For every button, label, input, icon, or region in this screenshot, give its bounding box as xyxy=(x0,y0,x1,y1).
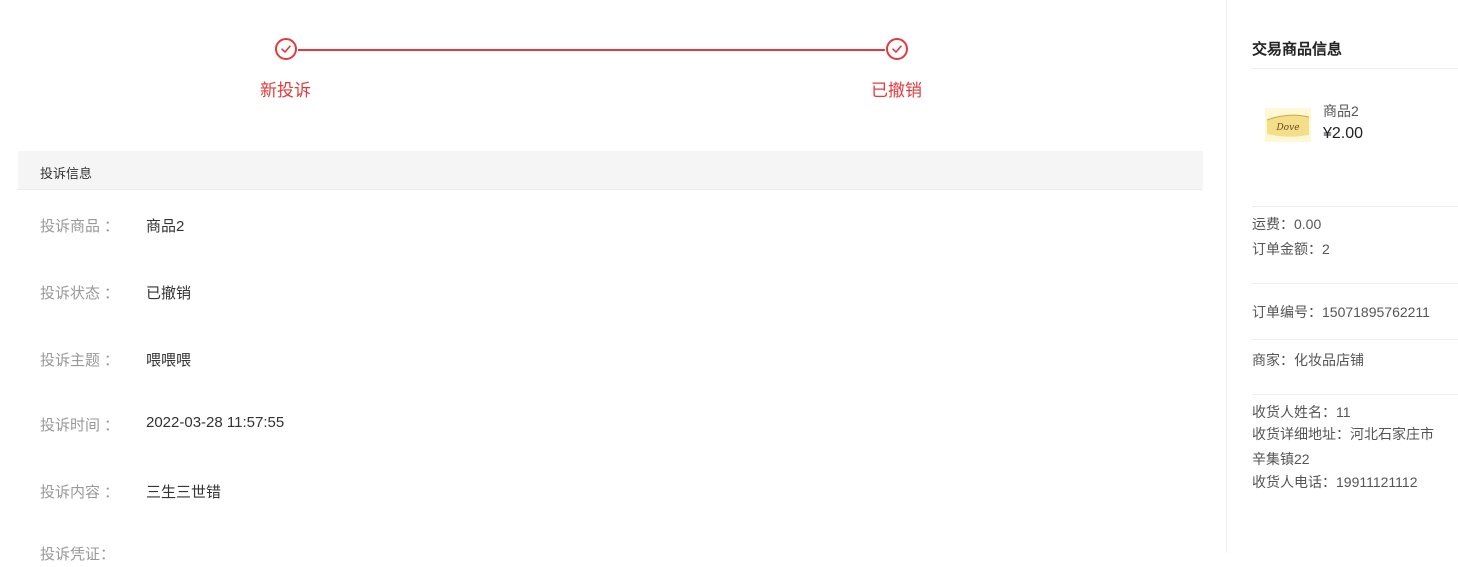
info-colon: ： xyxy=(104,285,120,302)
info-colon: ： xyxy=(104,417,120,434)
info-colon: ： xyxy=(104,484,120,501)
receiver-phone: 收货人电话：19911121112 xyxy=(1252,474,1418,490)
info-colon: ： xyxy=(104,218,120,235)
info-label: 投诉商品 xyxy=(40,218,101,235)
complaint-info-header: 投诉信息 xyxy=(18,151,1203,190)
info-value: 2022-03-28 11:57:55 xyxy=(146,414,285,431)
divider xyxy=(1252,68,1458,69)
info-label: 投诉内容 xyxy=(40,484,101,501)
step-check-icon xyxy=(275,38,297,60)
panel-title: 交易商品信息 xyxy=(1252,41,1343,58)
step-label-new: 新投诉 xyxy=(260,81,311,100)
info-label: 投诉时间 xyxy=(40,417,101,434)
progress-steps: 新投诉 已撤销 xyxy=(0,0,1210,120)
product-name: 商品2 xyxy=(1323,103,1359,119)
receiver-name: 收货人姓名：11 xyxy=(1252,404,1351,420)
svg-text:Dove: Dove xyxy=(1275,123,1299,133)
receiver-address: 收货详细地址：河北石家庄市 xyxy=(1252,426,1434,442)
merchant: 商家：化妆品店铺 xyxy=(1252,352,1364,368)
info-colon: ： xyxy=(104,352,120,369)
step-check-icon xyxy=(886,38,908,60)
divider xyxy=(1252,339,1458,340)
receiver-address-cont: 辛集镇22 xyxy=(1252,451,1310,467)
order-number: 订单编号：15071895762211 xyxy=(1252,304,1430,320)
info-value: 已撤销 xyxy=(146,285,192,302)
divider xyxy=(1252,283,1458,284)
shipping-fee: 运费：0.00 xyxy=(1252,216,1322,232)
product-thumbnail[interactable]: Dove xyxy=(1265,108,1311,142)
info-value: 喂喂喂 xyxy=(146,352,192,369)
product-price: ¥2.00 xyxy=(1323,125,1364,142)
progress-line xyxy=(298,49,885,51)
info-value: 商品2 xyxy=(146,218,185,235)
divider xyxy=(1252,206,1458,207)
step-label-cancelled: 已撤销 xyxy=(871,81,922,100)
info-value: 三生三世错 xyxy=(146,484,222,501)
section-title: 投诉信息 xyxy=(40,166,93,181)
trade-product-panel: 交易商品信息 Dove 商品2 ¥2.00 运费：0.00 订单金额：2 订单编… xyxy=(1226,0,1458,553)
order-amount: 订单金额：2 xyxy=(1252,241,1330,257)
divider xyxy=(1252,394,1458,395)
info-label: 投诉凭证： xyxy=(40,546,116,563)
info-label: 投诉主题 xyxy=(40,352,101,369)
info-label: 投诉状态 xyxy=(40,285,101,302)
